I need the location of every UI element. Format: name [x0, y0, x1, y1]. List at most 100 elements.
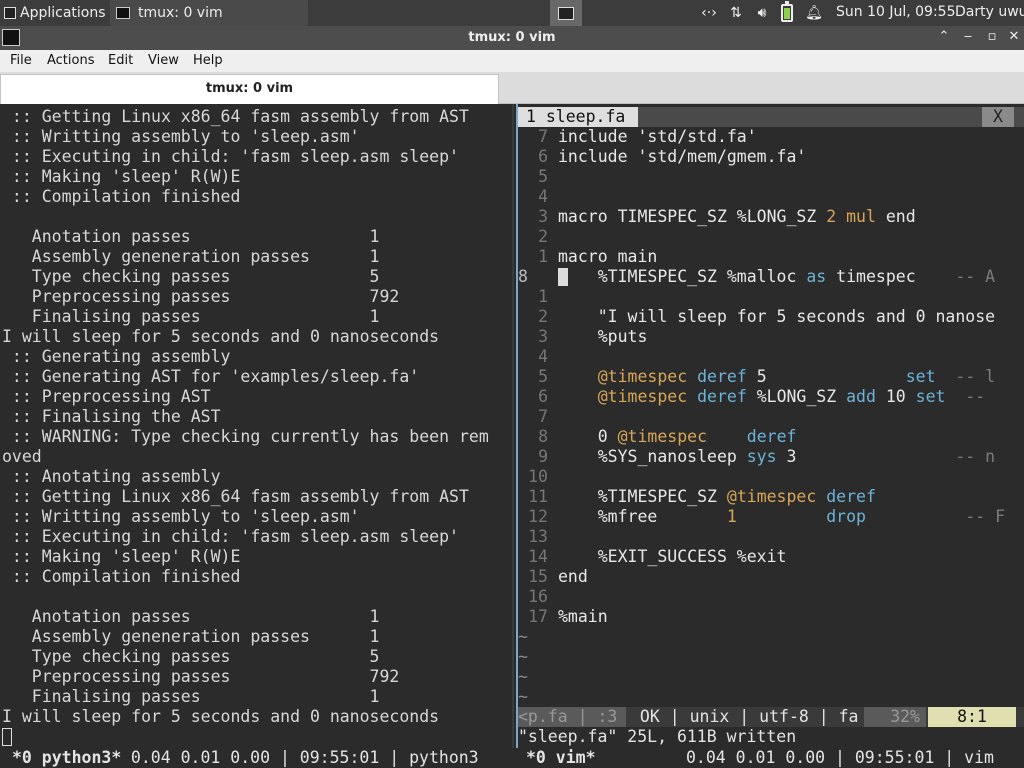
vim-code-line[interactable]: 17 %main — [518, 607, 1024, 627]
vim-code-line[interactable]: 2 — [518, 227, 1024, 247]
vim-code-line[interactable]: 15 end — [518, 567, 1024, 587]
vim-line-number: 3 — [538, 207, 548, 226]
vim-cursor — [558, 268, 568, 286]
menu-edit[interactable]: Edit — [108, 53, 133, 68]
tmux-left-window[interactable]: *0 python3* — [12, 748, 121, 768]
vim-line-number: 10 — [528, 467, 548, 486]
vim-line-number: 4 — [538, 347, 548, 366]
vim-code-line[interactable]: 5 @timespec deref 5 set -- l — [518, 367, 1024, 387]
taskbar-window-button[interactable]: tmux: 0 vim — [110, 0, 308, 26]
terminal-output-line: :: Making 'sleep' R(W)E — [2, 547, 241, 566]
vim-line-number: 11 — [528, 487, 548, 506]
terminal-output-line: I will sleep for 5 seconds and 0 nanosec… — [2, 707, 440, 726]
vim-code-line[interactable]: 1 — [518, 287, 1024, 307]
vim-token: set — [905, 367, 936, 386]
terminal-output-line: Type checking passes 5 — [2, 647, 380, 666]
menu-help[interactable]: Help — [193, 53, 223, 68]
vim-token — [558, 367, 598, 386]
terminal-output-line: :: Compilation finished — [2, 187, 241, 206]
vim-token: drop — [826, 507, 866, 526]
vim-line-code: %SYS_nanosleep sys 3 -- n — [558, 447, 995, 467]
vim-code-line[interactable]: 4 — [518, 187, 1024, 207]
vim-line-code: %EXIT_SUCCESS %exit — [558, 547, 787, 567]
maximize-icon[interactable]: ▫ — [984, 29, 1000, 45]
terminal-output-line: oved — [2, 447, 42, 466]
vim-code-line[interactable]: 8 %TIMESPEC_SZ %malloc as timespec -- A — [518, 267, 1024, 287]
terminal-output-line: Finalising passes 1 — [2, 307, 380, 326]
vim-code-line[interactable]: 4 — [518, 347, 1024, 367]
collapse-icon[interactable]: ⌃ — [936, 29, 952, 45]
vim-code-line[interactable]: 12 %mfree 1 drop -- F — [518, 507, 1024, 527]
menu-view[interactable]: View — [148, 53, 179, 68]
terminal-output-line: :: Executing in child: 'fasm sleep.asm s… — [2, 147, 459, 166]
vim-code-line[interactable]: 6 @timespec deref %LONG_SZ add 10 set -- — [518, 387, 1024, 407]
workspace-button[interactable] — [550, 0, 582, 26]
notification-bell-icon[interactable]: 🔔︎ — [805, 4, 823, 22]
terminal-output-line: :: Getting Linux x86_64 fasm assembly fr… — [2, 107, 469, 126]
vim-statusline: <p.fa | :3 OK | unix | utf-8 | fa 32% 8:… — [518, 707, 1024, 727]
vim-line-number: 14 — [528, 547, 548, 566]
menu-actions[interactable]: Actions — [47, 53, 95, 68]
vim-code-line[interactable]: 8 0 @timespec deref — [518, 427, 1024, 447]
tmux-right-stats: 0.04 0.01 0.00 | 09:55:01 | vim — [686, 748, 994, 767]
vim-code-line[interactable]: 1 macro main — [518, 247, 1024, 267]
vim-close-tab-button[interactable]: X — [982, 107, 1014, 127]
user-menu[interactable]: Darty uwu — [955, 4, 1024, 20]
transfer-arrows-icon[interactable]: ⇅ — [726, 4, 746, 22]
vim-code-line[interactable]: 10 — [518, 467, 1024, 487]
vim-code-line[interactable]: 7 include 'std/std.fa' — [518, 127, 1024, 147]
applications-menu-button[interactable]: Applications — [0, 0, 108, 26]
vim-line-code: include 'std/mem/gmem.fa' — [558, 147, 806, 167]
vim-line-number: 3 — [538, 327, 548, 346]
vim-code-line[interactable]: 3 macro TIMESPEC_SZ %LONG_SZ 2 mul end — [518, 207, 1024, 227]
vim-line-code: %mfree 1 drop -- F — [558, 507, 1005, 527]
vim-code-line[interactable]: 3 %puts — [518, 327, 1024, 347]
tmux-left-pane[interactable]: :: Getting Linux x86_64 fasm assembly fr… — [0, 104, 496, 748]
menu-file[interactable]: File — [10, 53, 32, 68]
vim-token — [737, 507, 826, 526]
vim-status-percent: 32% — [864, 707, 926, 727]
vim-code-line[interactable]: 13 — [518, 527, 1024, 547]
vim-token: %EXIT_SUCCESS %exit — [558, 547, 787, 566]
vim-message-line: "sleep.fa" 25L, 611B written — [518, 727, 797, 746]
vim-code-line[interactable]: 5 — [518, 167, 1024, 187]
vim-line-number: 16 — [528, 587, 548, 606]
vim-code-line[interactable]: 14 %EXIT_SUCCESS %exit — [518, 547, 1024, 567]
vim-empty-line-tilde: ~ — [518, 667, 528, 686]
vim-code-line[interactable]: 6 include 'std/mem/gmem.fa' — [518, 147, 1024, 167]
vim-code-line[interactable]: 11 %TIMESPEC_SZ @timespec deref — [518, 487, 1024, 507]
vim-line-number: 5 — [538, 167, 548, 186]
terminal-area[interactable]: :: Getting Linux x86_64 fasm assembly fr… — [0, 104, 1024, 768]
vim-token: 10 — [875, 387, 916, 406]
vim-token: timespec — [826, 267, 956, 286]
close-icon[interactable]: ✕ — [1006, 29, 1022, 45]
vim-token: macro main — [558, 247, 658, 266]
terminal-output-line: Preprocessing passes 792 — [2, 667, 400, 686]
network-arrows-icon[interactable]: ‹·› — [698, 4, 720, 22]
vim-token — [836, 207, 846, 226]
vim-code-line[interactable]: 9 %SYS_nanosleep sys 3 -- n — [518, 447, 1024, 467]
vim-code-line[interactable]: 16 — [518, 587, 1024, 607]
vim-token: deref — [697, 387, 747, 406]
vim-token: %TIMESPEC_SZ — [558, 487, 727, 506]
battery-icon[interactable] — [781, 1, 793, 22]
vim-line-code: %puts — [558, 327, 648, 347]
vim-line-code: end — [558, 567, 588, 587]
vim-code-line[interactable]: 7 — [518, 407, 1024, 427]
vim-token — [687, 367, 697, 386]
minimize-icon[interactable]: ‒ — [960, 29, 976, 45]
volume-icon[interactable]: 🔊︎ — [752, 4, 772, 22]
tmux-right-pane-vim[interactable]: 1 sleep.fa X 7 include 'std/std.fa' 6 inclu… — [516, 104, 1024, 748]
vim-empty-line-tilde: ~ — [518, 647, 528, 666]
window-titlebar[interactable]: tmux: 0 vim ⌃ ‒ ▫ ✕ — [0, 26, 1024, 50]
terminal-output-line: :: Generating AST for 'examples/sleep.fa… — [2, 367, 420, 386]
vim-line-code: %TIMESPEC_SZ @timespec deref — [558, 487, 876, 507]
pane-divider-line — [512, 104, 514, 748]
vim-code-line[interactable]: 2 "I will sleep for 5 seconds and 0 nano… — [518, 307, 1024, 327]
tmux-right-window[interactable]: *0 vim* — [526, 748, 596, 768]
terminal-output-line: :: Preprocessing AST — [2, 387, 211, 406]
vim-status-info: OK | unix | utf-8 | fa — [630, 707, 859, 726]
vim-tab-sleep[interactable]: 1 sleep.fa — [518, 107, 638, 127]
tab-tmux[interactable]: tmux: 0 vim — [0, 74, 499, 104]
clock[interactable]: Sun 10 Jul, 09:55 — [836, 4, 956, 20]
